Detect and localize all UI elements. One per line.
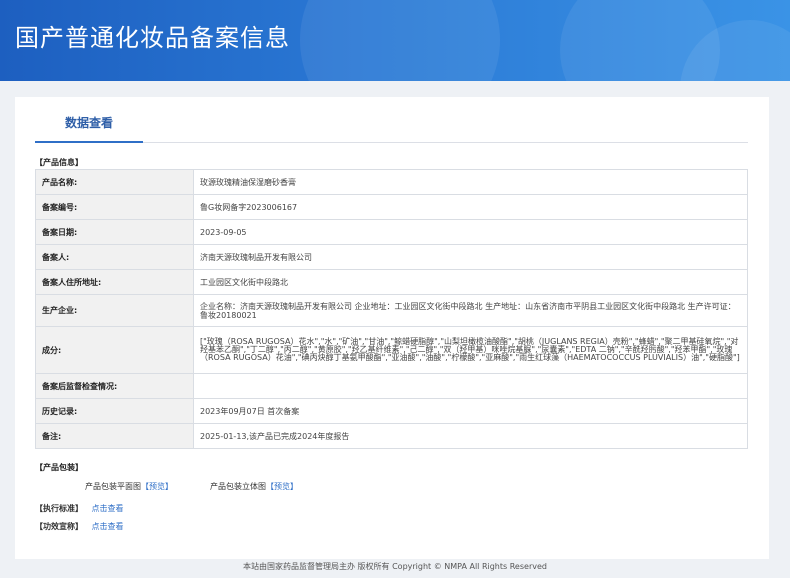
row-value: ["玫瑰（ROSA RUGOSA）花水","水","矿油","甘油","鲸蜡硬脂… [193,326,748,374]
row-value: 2025-01-13,该产品已完成2024年度报告 [193,423,748,449]
packaging-flat-preview-link[interactable]: 【预览】 [141,482,173,491]
header-banner: 国产普通化妆品备案信息 [0,0,790,81]
product-info-table: 产品名称: 玫源玫瑰精油保湿磨砂香膏 备案编号: 鲁G妆网备字202300616… [35,169,748,449]
row-value: 济南天源玫瑰制品开发有限公司 [193,244,748,270]
row-value: 企业名称：济南天源玫瑰制品开发有限公司 企业地址：工业园区文化街中段路北 生产地… [193,294,748,327]
standard-heading: 【执行标准】 [35,504,83,513]
footer-copyright: 本站由国家药品监督管理局主办 版权所有 Copyright © NMPA All… [243,562,547,571]
packaging-solid-preview-link[interactable]: 【预览】 [266,482,298,491]
packaging-solid-row: 产品包装立体图【预览】 [210,481,298,492]
table-row: 备注: 2025-01-13,该产品已完成2024年度报告 [35,423,748,449]
table-row: 生产企业: 企业名称：济南天源玫瑰制品开发有限公司 企业地址：工业园区文化街中段… [35,294,748,327]
table-row: 备案人: 济南天源玫瑰制品开发有限公司 [35,244,748,270]
banner-decoration [300,0,500,81]
row-label: 备案日期: [35,219,194,245]
row-label: 备案编号: [35,194,194,220]
row-label: 生产企业: [35,294,194,327]
row-value [193,373,748,399]
packaging-flat-label: 产品包装平面图 [85,482,141,491]
row-label: 备案人住所地址: [35,269,194,295]
table-row: 历史记录: 2023年09月07日 首次备案 [35,398,748,424]
row-label: 产品名称: [35,169,194,195]
efficacy-heading: 【功效宣称】 [35,522,83,531]
efficacy-row: 【功效宣称】 点击查看 [35,521,124,532]
row-value: 2023-09-05 [193,219,748,245]
standard-row: 【执行标准】 点击查看 [35,503,124,514]
tab-data-view[interactable]: 数据查看 [35,97,143,143]
table-row: 备案后监督检查情况: [35,373,748,399]
tab-bar: 数据查看 [35,97,748,143]
row-value: 2023年09月07日 首次备案 [193,398,748,424]
table-row: 成分: ["玫瑰（ROSA RUGOSA）花水","水","矿油","甘油","… [35,326,748,374]
packaging-flat-row: 产品包装平面图【预览】 [85,481,173,492]
row-label: 成分: [35,326,194,374]
table-row: 备案编号: 鲁G妆网备字2023006167 [35,194,748,220]
row-label: 备案人: [35,244,194,270]
row-label: 备注: [35,423,194,449]
row-value: 玫源玫瑰精油保湿磨砂香膏 [193,169,748,195]
row-value: 工业园区文化街中段路北 [193,269,748,295]
product-info-heading: 【产品信息】 [35,158,83,167]
table-row: 备案人住所地址: 工业园区文化街中段路北 [35,269,748,295]
page-title: 国产普通化妆品备案信息 [15,24,290,52]
row-label: 备案后监督检查情况: [35,373,194,399]
table-row: 产品名称: 玫源玫瑰精油保湿磨砂香膏 [35,169,748,195]
row-label: 历史记录: [35,398,194,424]
packaging-solid-label: 产品包装立体图 [210,482,266,491]
row-value: 鲁G妆网备字2023006167 [193,194,748,220]
content-panel: 数据查看 【产品信息】 产品名称: 玫源玫瑰精油保湿磨砂香膏 备案编号: 鲁G妆… [15,97,769,559]
table-row: 备案日期: 2023-09-05 [35,219,748,245]
standard-view-link[interactable]: 点击查看 [92,504,124,513]
packaging-heading: 【产品包装】 [35,463,83,472]
efficacy-view-link[interactable]: 点击查看 [92,522,124,531]
